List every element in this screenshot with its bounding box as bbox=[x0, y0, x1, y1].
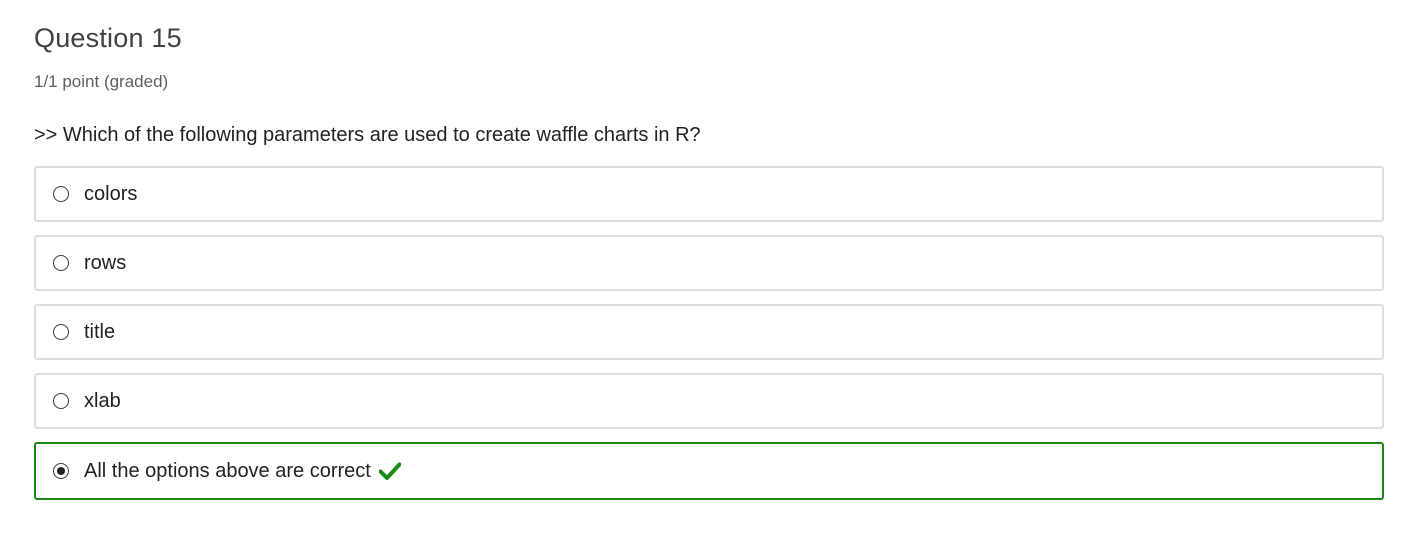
choice-title[interactable]: title bbox=[34, 304, 1384, 360]
choice-rows[interactable]: rows bbox=[34, 235, 1384, 291]
choice-xlab[interactable]: xlab bbox=[34, 373, 1384, 429]
radio-button[interactable] bbox=[53, 255, 69, 271]
question-prompt: >> Which of the following parameters are… bbox=[34, 124, 701, 146]
choice-label: colors bbox=[84, 183, 138, 205]
points-status: 1/1 point (graded) bbox=[34, 72, 169, 91]
choice-label: xlab bbox=[84, 390, 121, 412]
choice-colors[interactable]: colors bbox=[34, 166, 1384, 222]
problem-container: Question 15 1/1 point (graded) >> Which … bbox=[34, 20, 1384, 513]
question-title: Question 15 bbox=[34, 23, 182, 53]
radio-button-selected[interactable] bbox=[53, 463, 69, 479]
radio-button[interactable] bbox=[53, 324, 69, 340]
choice-label: All the options above are correct bbox=[84, 460, 371, 482]
checkmark-icon bbox=[378, 462, 401, 480]
radio-button[interactable] bbox=[53, 393, 69, 409]
choice-label: title bbox=[84, 321, 116, 343]
choice-all-correct[interactable]: All the options above are correct bbox=[34, 442, 1384, 500]
radio-button[interactable] bbox=[53, 186, 69, 202]
choice-group: colors rows title xlab All the options a… bbox=[34, 166, 1384, 500]
choice-label: rows bbox=[84, 252, 127, 274]
